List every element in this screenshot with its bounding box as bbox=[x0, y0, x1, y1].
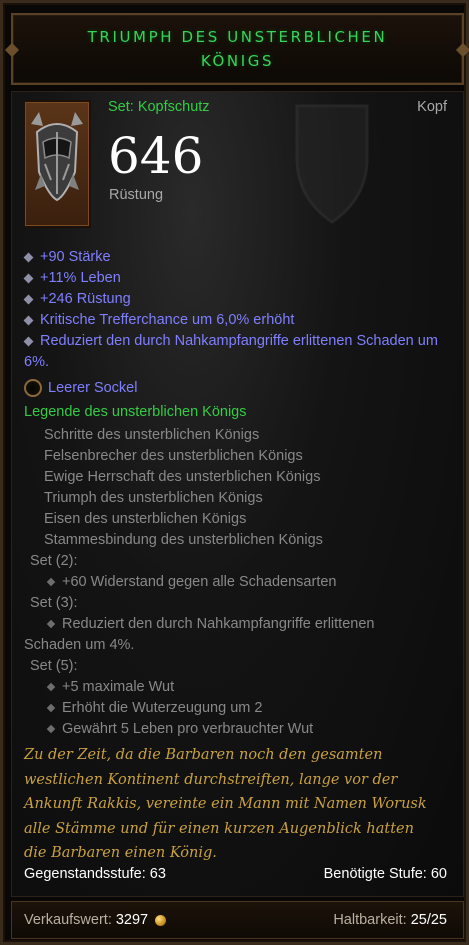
affix-item: Kritische Trefferchance um 6,0% erhöht bbox=[23, 310, 454, 331]
set-bonus-row-cont: Schaden um 4%. bbox=[24, 637, 135, 653]
armor-label: Rüstung bbox=[109, 187, 164, 203]
item-slot: Kopf bbox=[417, 99, 447, 115]
set-item: Eisen des unsterblichen Königs bbox=[44, 511, 247, 527]
affix-list: +90 Stärke +11% Leben +246 Rüstung Kriti… bbox=[23, 247, 454, 373]
empty-socket-icon bbox=[24, 379, 42, 397]
set-item: Felsenbrecher des unsterblichen Königs bbox=[44, 448, 303, 464]
tooltip-footer: Verkaufswert: 3297 Haltbarkeit: 25/25 bbox=[11, 901, 464, 939]
affix-item: Reduziert den durch Nahkampfangriffe erl… bbox=[23, 333, 438, 370]
gold-coin-icon bbox=[155, 914, 167, 926]
item-type: Set: Kopfschutz bbox=[108, 99, 210, 115]
set-item: Ewige Herrschaft des unsterblichen König… bbox=[44, 469, 321, 485]
set-bonus-row: +60 Widerstand gegen alle Schadensarten bbox=[24, 572, 454, 593]
header-ornament-left bbox=[4, 42, 20, 58]
bullet-icon bbox=[23, 252, 34, 263]
bullet-icon bbox=[46, 619, 56, 629]
set-bonus-head: Set (5): bbox=[30, 658, 78, 674]
item-name-line2: KÖNIGS bbox=[200, 52, 275, 70]
socket-slot: Leerer Sockel bbox=[24, 379, 137, 397]
bullet-icon bbox=[46, 682, 56, 692]
armor-value: 646 bbox=[108, 127, 204, 185]
bullet-icon bbox=[46, 577, 56, 587]
set-bonus-row: Gewährt 5 Leben pro verbrauchter Wut bbox=[24, 719, 454, 740]
bullet-icon bbox=[46, 724, 56, 734]
set-item: Triumph des unsterblichen Königs bbox=[44, 490, 263, 506]
set-bonus-row: Reduziert den durch Nahkampfangriffe erl… bbox=[24, 614, 454, 635]
set-bonus-row: Erhöht die Wuterzeugung um 2 bbox=[24, 698, 454, 719]
item-tooltip: TRIUMPH DES UNSTERBLICHEN KÖNIGS Set: Ko… bbox=[0, 0, 469, 945]
tooltip-body: Set: Kopfschutz Kopf 646 Rüstung +90 Stä… bbox=[11, 91, 464, 897]
item-icon-frame bbox=[23, 100, 91, 228]
set-bonus-2: Set (2): +60 Widerstand gegen alle Schad… bbox=[24, 551, 454, 593]
armor-shield-icon bbox=[295, 104, 369, 224]
bullet-icon bbox=[46, 703, 56, 713]
bullet-icon bbox=[23, 315, 34, 326]
affix-item: +11% Leben bbox=[23, 268, 454, 289]
affix-item: +246 Rüstung bbox=[23, 289, 454, 310]
durability: Haltbarkeit: 25/25 bbox=[333, 912, 447, 928]
set-item: Stammesbindung des unsterblichen Königs bbox=[44, 532, 323, 548]
set-title: Legende des unsterblichen Königs bbox=[24, 404, 247, 420]
required-level: Benötigte Stufe: 60 bbox=[323, 866, 447, 882]
set-bonus-5: Set (5): +5 maximale Wut Erhöht die Wute… bbox=[24, 656, 454, 740]
bullet-icon bbox=[23, 294, 34, 305]
set-item: Schritte des unsterblichen Königs bbox=[44, 427, 260, 443]
sell-value: Verkaufswert: 3297 bbox=[24, 912, 167, 928]
bullet-icon bbox=[23, 273, 34, 284]
set-bonus-head: Set (2): bbox=[30, 553, 78, 569]
socket-label: Leerer Sockel bbox=[48, 380, 138, 396]
bullet-icon bbox=[23, 336, 34, 347]
flavor-text: Zu der Zeit, da die Barbaren noch den ge… bbox=[24, 747, 427, 861]
set-bonus-3: Set (3): Reduziert den durch Nahkampfang… bbox=[24, 593, 454, 656]
item-name-line1: TRIUMPH DES UNSTERBLICHEN bbox=[87, 28, 388, 46]
set-item-list: Schritte des unsterblichen Königs Felsen… bbox=[44, 425, 323, 551]
header-ornament-right bbox=[455, 42, 469, 58]
set-bonus-row: +5 maximale Wut bbox=[24, 677, 454, 698]
tooltip-header: TRIUMPH DES UNSTERBLICHEN KÖNIGS bbox=[4, 13, 469, 85]
item-level: Gegenstandsstufe: 63 bbox=[24, 866, 166, 882]
affix-item: +90 Stärke bbox=[23, 247, 454, 268]
helmet-icon bbox=[31, 112, 83, 202]
set-bonus-head: Set (3): bbox=[30, 595, 78, 611]
